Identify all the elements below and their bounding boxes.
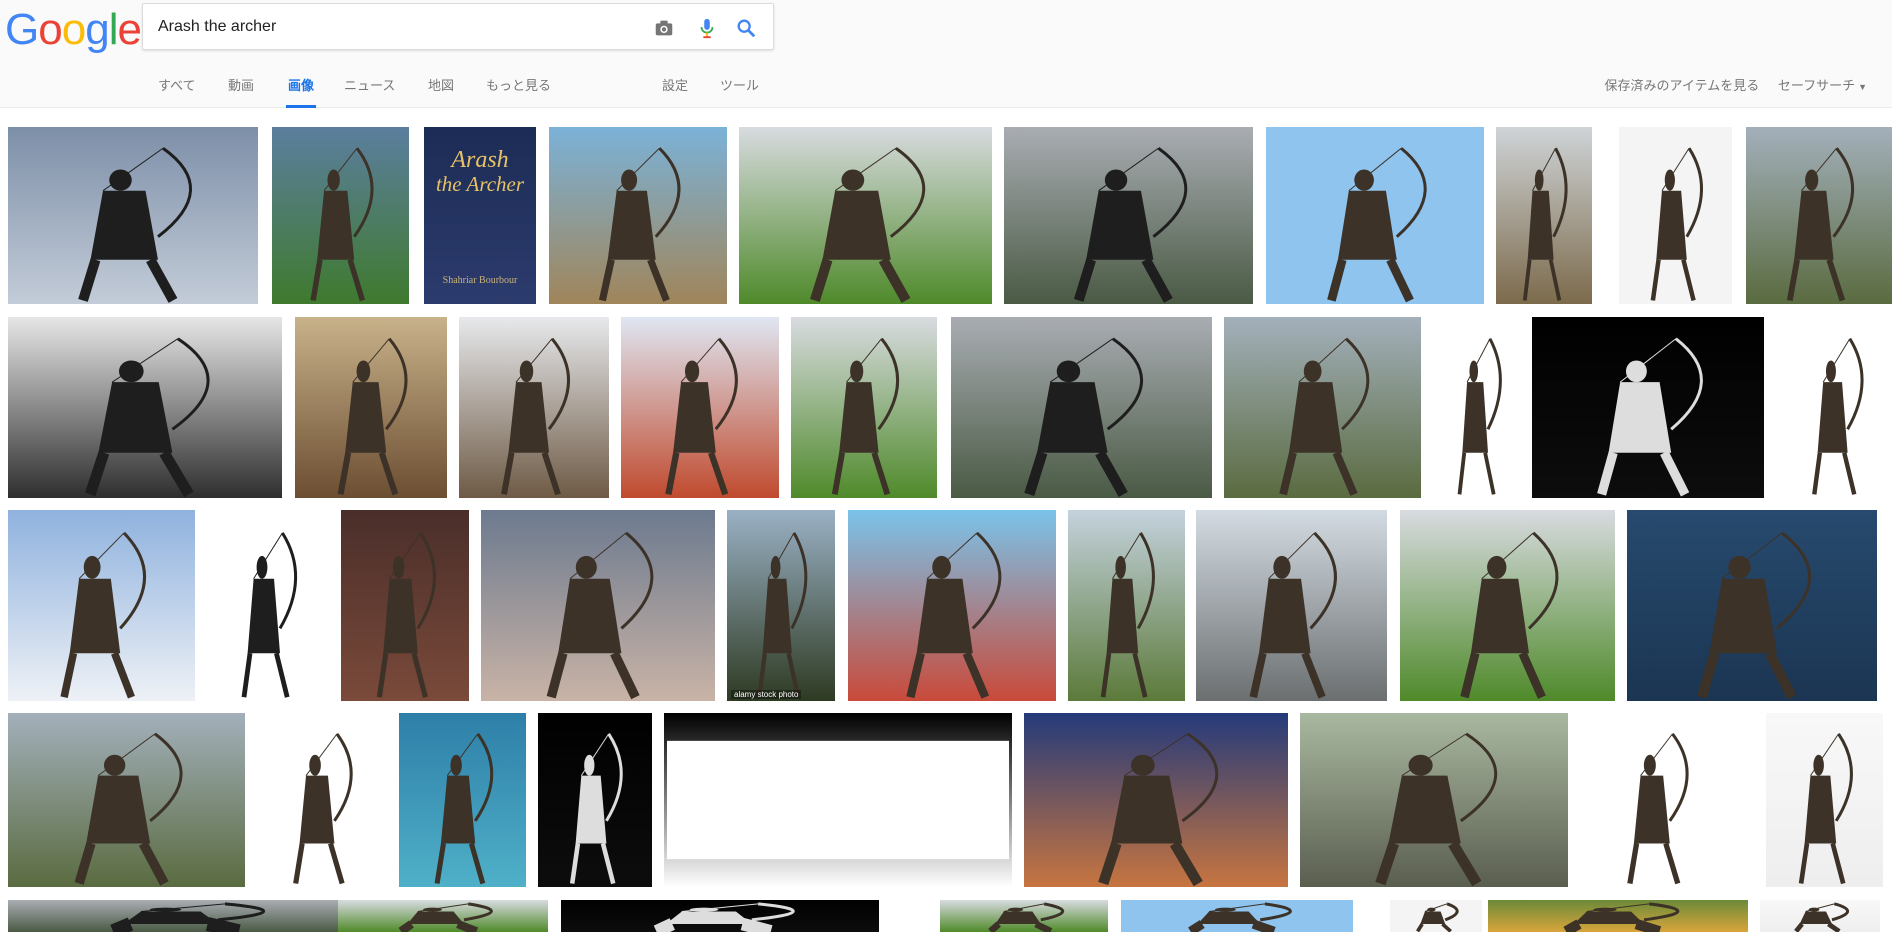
book-title-line2: the Archer (435, 172, 525, 196)
image-result-thumbnail[interactable] (8, 900, 358, 932)
image-result-thumbnail[interactable] (1196, 510, 1387, 701)
image-result-thumbnail[interactable] (8, 127, 258, 304)
image-result-thumbnail[interactable] (1532, 317, 1764, 498)
image-result-thumbnail[interactable] (538, 713, 652, 887)
image-result-thumbnail[interactable] (1766, 713, 1883, 887)
image-result-thumbnail[interactable] (399, 713, 526, 887)
image-result-thumbnail[interactable] (1431, 317, 1526, 498)
image-result-thumbnail[interactable] (1590, 713, 1723, 887)
image-result-thumbnail[interactable]: alamy stock photo (727, 510, 835, 701)
image-result-thumbnail[interactable] (1488, 900, 1748, 932)
image-result-thumbnail[interactable] (1390, 900, 1482, 932)
image-result-thumbnail[interactable] (1224, 317, 1421, 498)
image-result-thumbnail[interactable] (1781, 317, 1892, 498)
image-result-thumbnail[interactable] (621, 317, 779, 498)
image-result-thumbnail[interactable] (1004, 127, 1253, 304)
image-result-thumbnail[interactable] (561, 900, 879, 932)
image-result-thumbnail[interactable] (848, 510, 1056, 701)
image-result-thumbnail[interactable] (208, 510, 328, 701)
image-result-thumbnail[interactable] (739, 127, 992, 304)
image-result-thumbnail[interactable] (1121, 900, 1353, 932)
stock-photo-caption: alamy stock photo (731, 690, 802, 699)
image-result-thumbnail[interactable] (8, 510, 195, 701)
book-author: Shahriar Bourbour (442, 275, 518, 286)
image-result-thumbnail[interactable] (664, 713, 1012, 887)
image-result-thumbnail[interactable] (1627, 510, 1877, 701)
book-cover-title: Arash the Archer Shahriar Bourbour (424, 127, 536, 304)
image-result-thumbnail[interactable] (257, 713, 386, 887)
image-result-thumbnail[interactable] (295, 317, 447, 498)
image-results-grid: Arash the Archer Shahriar Bourbour alamy… (0, 0, 1892, 932)
image-result-thumbnail[interactable] (1619, 127, 1732, 304)
image-result-thumbnail[interactable] (1068, 510, 1185, 701)
book-title-line1: Arash (451, 147, 509, 173)
image-result-thumbnail[interactable] (341, 510, 469, 701)
image-result-thumbnail[interactable] (8, 317, 282, 498)
image-result-thumbnail[interactable] (1496, 127, 1592, 304)
image-result-thumbnail[interactable] (1400, 510, 1615, 701)
image-result-thumbnail[interactable]: Arash the Archer Shahriar Bourbour (424, 127, 536, 304)
image-result-thumbnail[interactable] (951, 317, 1212, 498)
image-result-thumbnail[interactable] (459, 317, 609, 498)
image-result-thumbnail[interactable] (549, 127, 727, 304)
image-result-thumbnail[interactable] (791, 317, 937, 498)
image-result-thumbnail[interactable] (1266, 127, 1484, 304)
image-result-thumbnail[interactable] (1746, 127, 1892, 304)
image-result-thumbnail[interactable] (1024, 713, 1288, 887)
image-result-thumbnail[interactable] (1300, 713, 1568, 887)
image-result-thumbnail[interactable] (8, 713, 245, 887)
image-result-thumbnail[interactable] (940, 900, 1108, 932)
image-result-thumbnail[interactable] (338, 900, 548, 932)
image-result-thumbnail[interactable] (272, 127, 409, 304)
image-result-thumbnail[interactable] (481, 510, 715, 701)
image-result-thumbnail[interactable] (1760, 900, 1880, 932)
